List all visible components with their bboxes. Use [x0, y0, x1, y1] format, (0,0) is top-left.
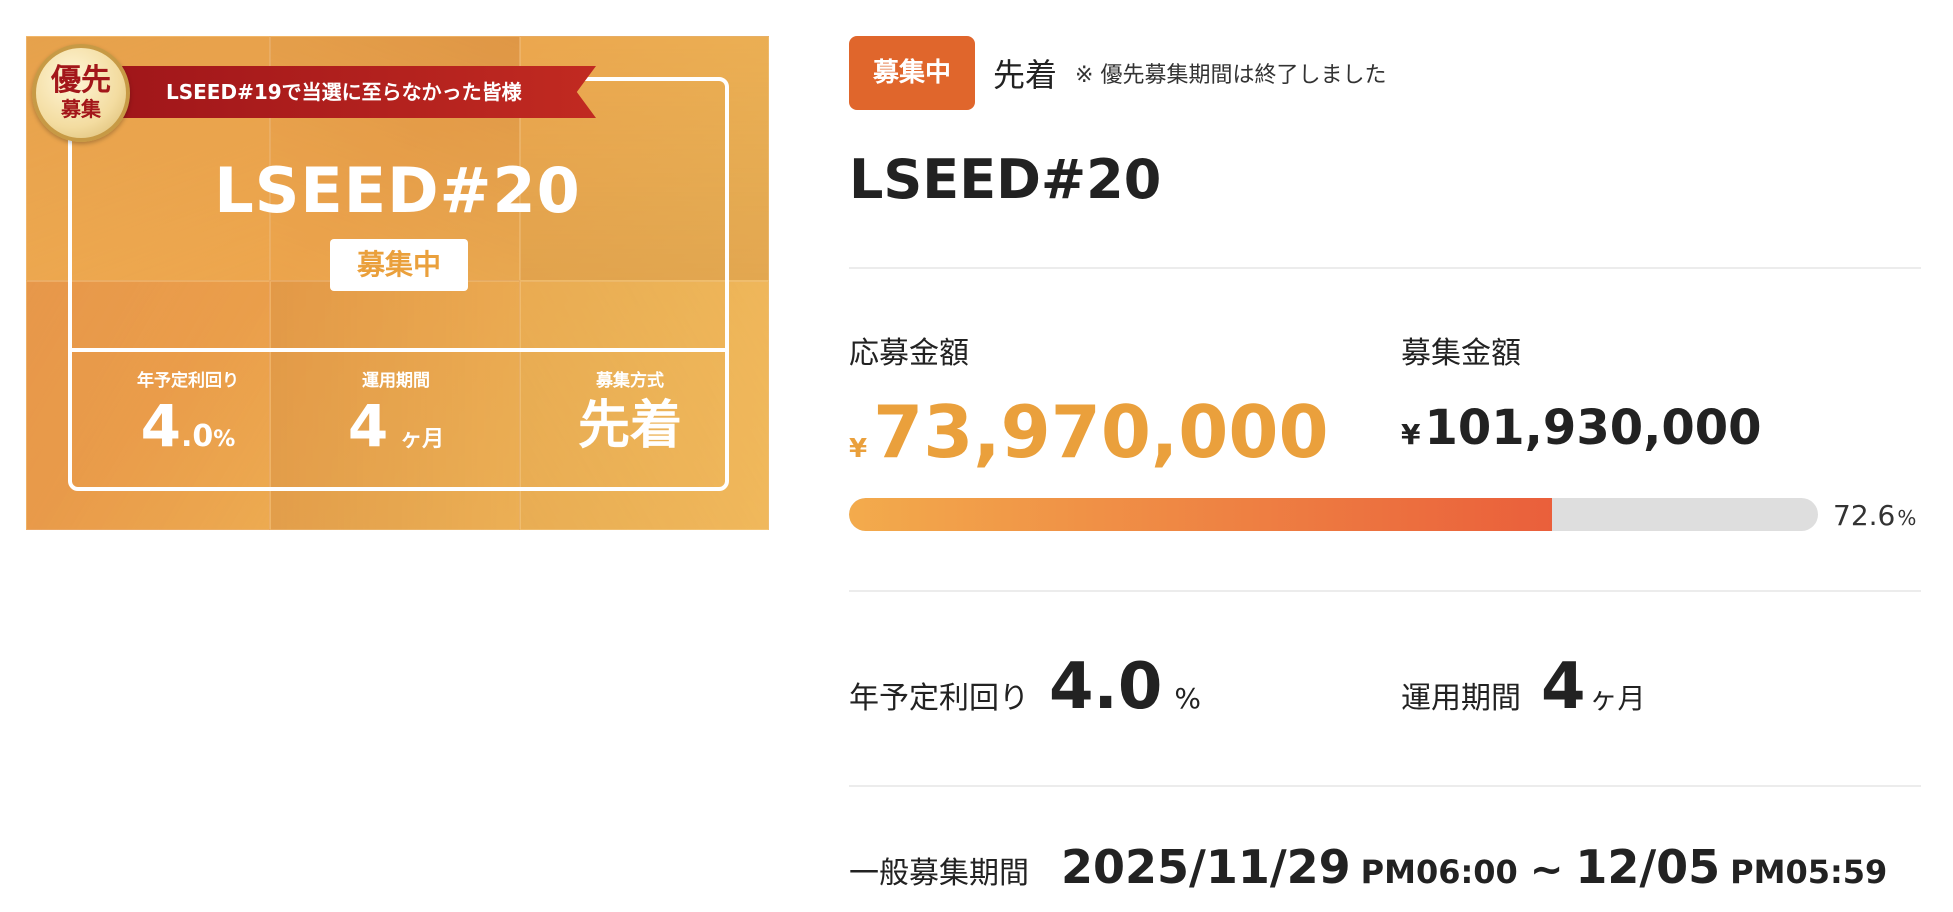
banner-stat-label: 年予定利回り	[137, 371, 239, 391]
divider	[849, 785, 1921, 787]
funding-progress-percent: 72.6%	[1833, 499, 1917, 532]
banner-stat-value: 4.0%	[140, 392, 236, 460]
divider	[849, 267, 1921, 269]
priority-seal-top: 優先	[51, 63, 111, 98]
applied-amount-label: 応募金額	[849, 336, 969, 371]
fund-banner-image: LSEED#19で当選に至らなかった皆様 優先 募集 LSEED#20 募集中 …	[26, 36, 769, 530]
banner-ribbon: LSEED#19で当選に至らなかった皆様	[116, 66, 596, 118]
period-separator: ~	[1529, 847, 1564, 893]
currency-symbol: ¥	[1401, 418, 1421, 451]
banner-title: LSEED#20	[214, 154, 581, 227]
fund-name: LSEED#20	[849, 148, 1162, 211]
yield-unit: %	[1174, 682, 1201, 715]
yield-metric: 年予定利回り 4.0 %	[849, 650, 1201, 724]
general-recruitment-period: 一般募集期間 2025/11/29 PM06:00 ~ 12/05 PM05:5…	[849, 840, 1887, 894]
term-value: 4	[1541, 650, 1586, 724]
priority-seal: 優先 募集	[32, 44, 130, 142]
yield-value: 4.0	[1049, 650, 1163, 724]
banner-stat-method: 募集方式 先着	[520, 366, 740, 458]
banner-divider	[72, 348, 725, 352]
term-unit: ヶ月	[1589, 682, 1646, 715]
priority-seal-bottom: 募集	[61, 97, 101, 121]
term-metric: 運用期間 4 ヶ月	[1401, 650, 1646, 724]
banner-stat-label: 運用期間	[362, 371, 430, 391]
funding-progress-fill	[849, 498, 1553, 531]
applied-amount: ¥73,970,000	[849, 390, 1329, 474]
banner-stat-term: 運用期間 4 ヶ月	[286, 366, 506, 472]
target-amount: ¥101,930,000	[1401, 400, 1762, 456]
priority-period-note: ※ 優先募集期間は終了しました	[1075, 63, 1387, 88]
target-amount-value: 101,930,000	[1424, 400, 1762, 456]
funding-progress-bar	[849, 498, 1818, 531]
banner-stat-value: 4 ヶ月	[347, 392, 445, 460]
period-start-time: PM06:00	[1360, 853, 1518, 891]
divider	[849, 590, 1921, 592]
recruitment-method: 先着	[993, 56, 1058, 94]
term-label: 運用期間	[1401, 681, 1521, 716]
banner-status-badge: 募集中	[330, 239, 468, 291]
recruiting-status-badge: 募集中	[849, 36, 975, 110]
banner-stat-value: 先着	[577, 396, 682, 456]
currency-symbol: ¥	[849, 434, 868, 464]
period-start-date: 2025/11/29	[1061, 840, 1351, 894]
period-label: 一般募集期間	[849, 856, 1029, 891]
applied-amount-value: 73,970,000	[873, 390, 1329, 474]
target-amount-label: 募集金額	[1401, 336, 1521, 371]
banner-stat-label: 募集方式	[596, 371, 664, 391]
status-row: 募集中 先着 ※ 優先募集期間は終了しました	[849, 36, 1386, 110]
period-end-time: PM05:59	[1730, 853, 1888, 891]
period-end-date: 12/05	[1575, 840, 1721, 894]
yield-label: 年予定利回り	[849, 681, 1029, 716]
banner-stat-yield: 年予定利回り 4.0%	[78, 366, 298, 472]
